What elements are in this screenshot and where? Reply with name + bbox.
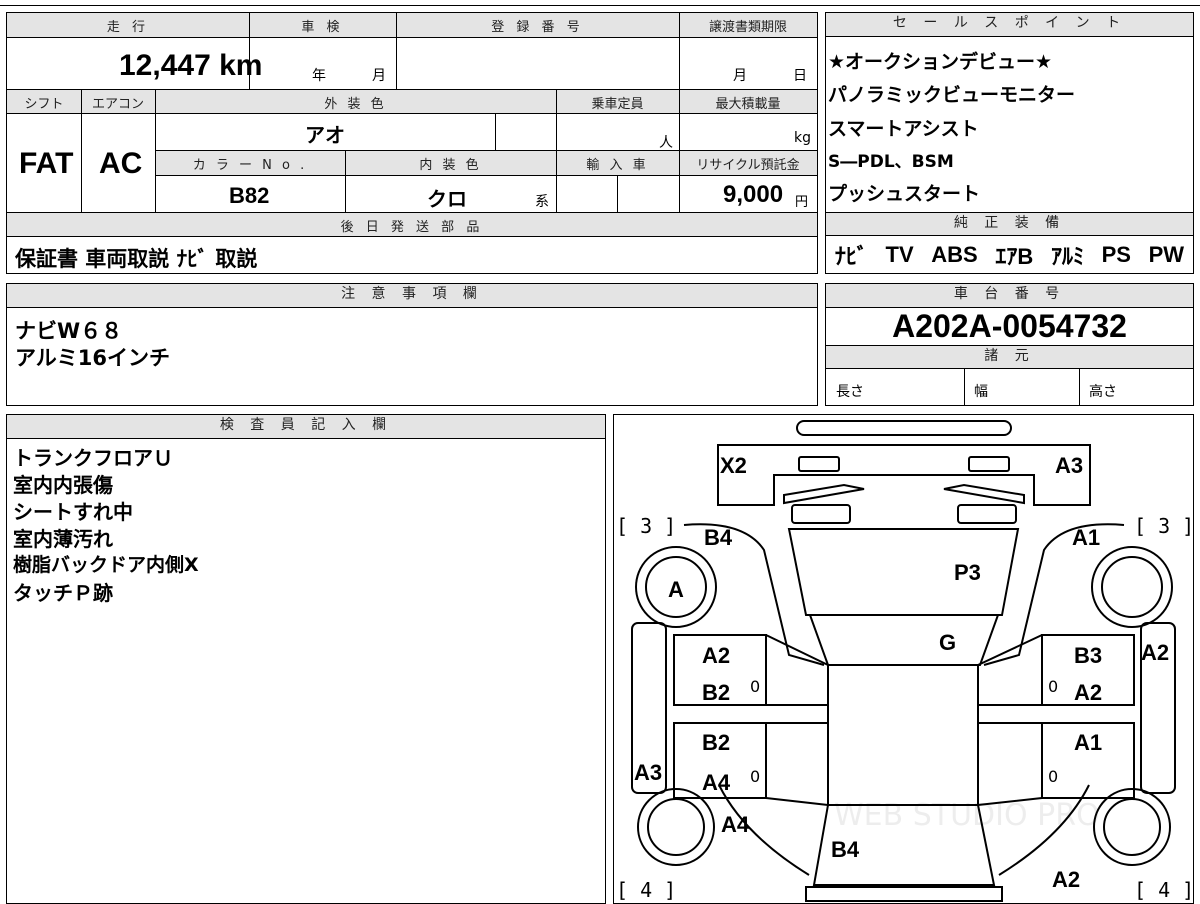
sales-point-1: ★オークションデビュー★: [828, 51, 1053, 73]
equipment-item: PS: [1101, 242, 1131, 267]
later-parts-label: 後 日 発 送 部 品: [340, 220, 484, 235]
chassis-number: A202A-0054732: [892, 308, 1127, 344]
sales-point-2: パノラミックビューモニター: [828, 84, 1076, 106]
interior-color-value: クロ: [427, 187, 467, 211]
damage-mark: B3: [1074, 643, 1103, 668]
equipment-item: PW: [1148, 242, 1185, 267]
tire-rear-left: [ 4 ]: [616, 878, 676, 902]
deadline-month-unit: 月: [733, 68, 747, 84]
equipment-header: 純 正 装 備: [826, 213, 1193, 236]
inspector-line-4: 室内薄汚れ: [13, 527, 113, 551]
car-outline: [ 3 ] [ 3 ] [ 4 ] [ 4 ] WEB STUDIO PRO: [616, 420, 1193, 902]
damage-mark: B2: [702, 730, 731, 755]
sales-points-header: セ ー ル ス ポ イ ン ト: [826, 13, 1193, 37]
note-line-2: アルミ16インチ: [15, 346, 171, 370]
capacity-label: 乗車定員: [591, 97, 644, 112]
yen-unit: 円: [795, 195, 809, 210]
damage-mark: X2: [720, 453, 747, 478]
damage-mark: A2: [1052, 867, 1081, 892]
damage-mark: A1: [1072, 525, 1101, 550]
exterior-color-value: アオ: [305, 123, 345, 147]
equipment-item: ﾅﾋﾞ: [834, 244, 868, 269]
recycle-label: リサイクル預託金: [696, 158, 800, 173]
shift-value: FAT: [19, 147, 74, 180]
sales-point-5: プッシュスタート: [828, 183, 981, 205]
color-no-value: B82: [229, 183, 270, 208]
aircon-value: AC: [99, 147, 143, 180]
later-parts-value: 保証書 車両取説 ﾅﾋﾞ 取説: [15, 247, 258, 271]
inspector-line-5: 樹脂バックドア内側X: [13, 554, 199, 576]
registration-label: 登 録 番 号: [491, 20, 584, 35]
spec-length-label: 長さ: [836, 384, 864, 400]
damage-mark: A2: [1141, 640, 1170, 665]
damage-mark: A1: [1074, 730, 1103, 755]
notes-header: 注 意 事 項 欄: [7, 284, 817, 308]
inspector-line-1: トランクフロアＵ: [13, 446, 173, 470]
sales-points-box: セ ー ル ス ポ イ ン ト ★オークションデビュー★ パノラミックビューモニ…: [825, 12, 1194, 274]
equipment-item: ABS: [931, 242, 978, 267]
max-load-unit: kg: [794, 130, 811, 146]
capacity-unit: 人: [659, 135, 673, 151]
damage-mark: A3: [1055, 453, 1084, 478]
shift-label: シフト: [24, 97, 64, 112]
zero-mark: 0: [750, 677, 761, 696]
damage-mark: A: [668, 577, 684, 602]
specs-header: 諸 元: [826, 346, 1193, 369]
damage-mark: A3: [634, 760, 663, 785]
notes-box: 注 意 事 項 欄 ナビW６８ アルミ16インチ: [6, 283, 818, 406]
zero-mark: 0: [750, 767, 761, 786]
damage-mark: A2: [1074, 680, 1103, 705]
vehicle-info-box: 走 行 車 検 登 録 番 号 譲渡書類期限 12,447 km 年 月 月 日…: [6, 12, 818, 274]
import-label: 輸 入 車: [586, 158, 649, 173]
car-damage-diagram: [ 3 ] [ 3 ] [ 4 ] [ 4 ] WEB STUDIO PRO X…: [613, 414, 1194, 904]
zero-mark: 0: [1048, 767, 1059, 786]
interior-color-label: 内 装 色: [419, 158, 482, 173]
damage-mark: A4: [721, 812, 750, 837]
mileage-label: 走 行: [106, 20, 150, 35]
transfer-deadline-label: 譲渡書類期限: [708, 20, 787, 35]
tire-front-right: [ 3 ]: [1134, 514, 1193, 538]
interior-color-suffix: 系: [535, 194, 549, 210]
equipment-row: ﾅﾋﾞ TV ABS ｴｱB ｱﾙﾐ PS PW: [826, 239, 1193, 271]
tire-rear-right: [ 4 ]: [1134, 878, 1193, 902]
inspector-line-6: タッチＰ跡: [13, 581, 113, 605]
equipment-item: TV: [885, 242, 914, 267]
watermark: WEB STUDIO PRO: [834, 798, 1100, 833]
sales-point-4: S―PDL、BSM: [828, 152, 954, 172]
inspection-label: 車 検: [301, 20, 344, 35]
inspection-month-unit: 月: [372, 68, 386, 84]
deadline-day-unit: 日: [793, 68, 807, 84]
sales-point-3: スマートアシスト: [828, 118, 979, 140]
equipment-item: ｴｱB: [995, 244, 1034, 269]
damage-mark: A4: [702, 770, 731, 795]
mileage-value: 12,447 km: [119, 49, 263, 82]
spec-width-label: 幅: [974, 384, 988, 400]
spec-height-label: 高さ: [1089, 384, 1117, 400]
recycle-value: 9,000: [723, 181, 784, 208]
damage-mark: P3: [954, 560, 981, 585]
exterior-color-label: 外 装 色: [324, 97, 387, 112]
max-load-label: 最大積載量: [715, 97, 781, 112]
damage-mark: B4: [704, 525, 733, 550]
equipment-item: ｱﾙﾐ: [1050, 244, 1084, 269]
tire-front-left: [ 3 ]: [616, 514, 676, 538]
damage-mark: B2: [702, 680, 731, 705]
inspector-line-2: 室内内張傷: [13, 473, 113, 497]
top-strip: [0, 0, 1200, 6]
damage-mark: A2: [702, 643, 731, 668]
note-line-1: ナビW６８: [15, 319, 123, 343]
color-no-label: カ ラ ー N o .: [192, 158, 308, 173]
zero-mark: 0: [1048, 677, 1059, 696]
inspector-box: 検 査 員 記 入 欄 トランクフロアＵ 室内内張傷 シートすれ中 室内薄汚れ …: [6, 414, 606, 904]
inspector-header: 検 査 員 記 入 欄: [7, 415, 605, 439]
aircon-label: エアコン: [91, 97, 144, 112]
chassis-box: 車 台 番 号 A202A-0054732 諸 元 長さ 幅 高さ: [825, 283, 1194, 406]
inspection-year-unit: 年: [312, 68, 326, 84]
inspector-line-3: シートすれ中: [13, 500, 133, 524]
damage-mark: B4: [831, 837, 860, 862]
damage-mark: G: [939, 630, 957, 655]
chassis-header: 車 台 番 号: [826, 284, 1193, 308]
